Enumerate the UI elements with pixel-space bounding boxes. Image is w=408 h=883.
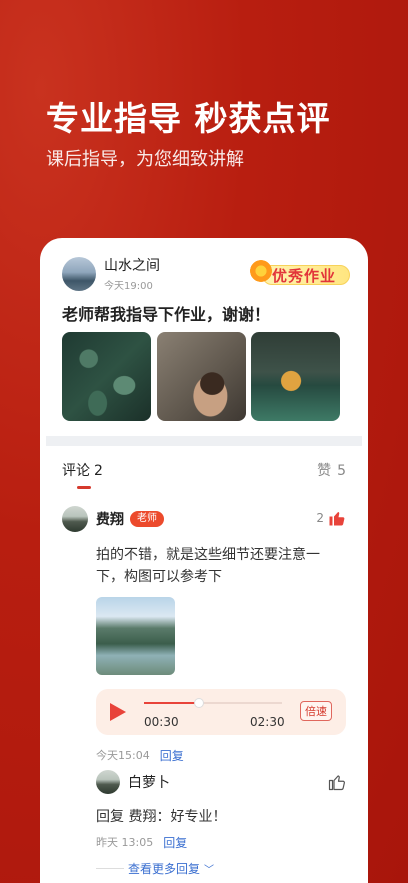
comment-like-button[interactable]: 2 bbox=[316, 509, 346, 527]
tab-likes-count: 5 bbox=[337, 463, 346, 479]
post-photo-hands[interactable] bbox=[157, 332, 246, 421]
thumbs-up-icon bbox=[329, 512, 345, 526]
comment-text: 拍的不错，就是这些细节还要注意一下，构图可以参考下 bbox=[96, 547, 320, 585]
comment-time: 今天15:04 bbox=[96, 749, 150, 762]
excellent-work-badge: 优秀作业 bbox=[250, 258, 350, 288]
section-divider bbox=[46, 436, 362, 446]
tab-comments-count: 2 bbox=[94, 463, 103, 479]
post-photo-leaves[interactable] bbox=[62, 332, 151, 421]
comment-like-count: 2 bbox=[316, 511, 324, 525]
reply-text: 回复 费翔：好专业！ bbox=[96, 809, 227, 825]
tab-comments[interactable]: 评论 2 bbox=[62, 460, 103, 480]
reply-item: 白萝卜 回复 费翔：好专业！ 昨天 13:05 回复 bbox=[96, 770, 346, 851]
reply-button[interactable]: 回复 bbox=[160, 747, 184, 764]
chevron-down-icon: ﹀ bbox=[204, 865, 215, 876]
comment-image-mountain-river[interactable] bbox=[96, 597, 175, 675]
audio-current-time: 00:30 bbox=[144, 715, 179, 729]
comment-item: 费翔 老师 2 拍的不错，就是这些细节还要注意一下，构图可以参考下 00:30 … bbox=[62, 506, 346, 764]
comment-user-name[interactable]: 费翔 bbox=[96, 509, 124, 529]
hero-title: 专业指导 秒获点评 bbox=[46, 99, 331, 138]
flower-icon bbox=[250, 260, 272, 282]
tab-likes-label: 赞 bbox=[317, 463, 332, 479]
reply-button[interactable]: 回复 bbox=[163, 834, 187, 851]
audio-progress-fill bbox=[144, 702, 200, 704]
post-header: 山水之间 今天19:00 bbox=[62, 255, 160, 292]
reply-time: 昨天 13:05 bbox=[96, 836, 154, 849]
view-more-label: 查看更多回复 bbox=[128, 862, 201, 876]
avatar[interactable] bbox=[96, 770, 120, 794]
speed-button[interactable]: 倍速 bbox=[300, 701, 332, 721]
post-text: 老师帮我指导下作业，谢谢！ bbox=[62, 305, 271, 324]
tabs: 评论 2 赞5 bbox=[62, 460, 346, 490]
audio-progress-handle[interactable] bbox=[194, 698, 205, 708]
audio-player: 00:30 02:30 倍速 bbox=[96, 689, 346, 735]
post-user-name[interactable]: 山水之间 bbox=[104, 255, 160, 275]
tab-active-indicator bbox=[77, 486, 91, 489]
thumbs-up-icon[interactable] bbox=[328, 773, 346, 791]
view-more-replies[interactable]: 查看更多回复 ﹀ bbox=[96, 860, 346, 877]
teacher-badge: 老师 bbox=[130, 511, 164, 527]
audio-total-time: 02:30 bbox=[250, 715, 285, 729]
divider-line bbox=[96, 868, 124, 869]
excellent-work-label: 优秀作业 bbox=[272, 267, 337, 285]
avatar[interactable] bbox=[62, 256, 96, 291]
play-icon[interactable] bbox=[110, 703, 126, 721]
post-time: 今天19:00 bbox=[104, 281, 153, 292]
post-photo-lake[interactable] bbox=[251, 332, 340, 421]
post-card: 山水之间 今天19:00 优秀作业 老师帮我指导下作业，谢谢！ 评论 2 赞5 费… bbox=[40, 238, 368, 883]
tab-likes[interactable]: 赞5 bbox=[317, 460, 346, 480]
audio-progress-track[interactable] bbox=[144, 698, 282, 708]
hero-subtitle: 课后指导，为您细致讲解 bbox=[46, 149, 244, 170]
reply-user-name[interactable]: 白萝卜 bbox=[128, 772, 170, 792]
tab-comments-label: 评论 bbox=[62, 463, 90, 479]
avatar[interactable] bbox=[62, 506, 88, 532]
